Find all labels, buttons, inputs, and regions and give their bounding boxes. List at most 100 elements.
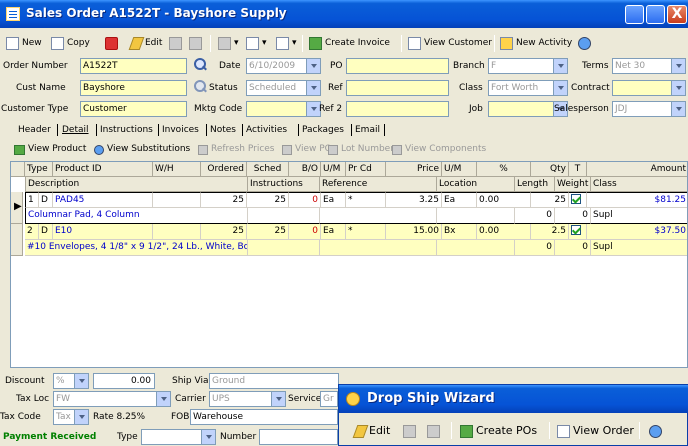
cell-line-num[interactable]: 2	[25, 224, 39, 240]
view-components-button[interactable]: View Components	[392, 140, 486, 159]
payment-type-dropdown-icon[interactable]	[201, 430, 215, 444]
cell-sched[interactable]: 25	[247, 192, 289, 208]
cell-prcd[interactable]: *	[346, 224, 386, 240]
close-button[interactable]: X	[667, 5, 687, 24]
cell-price[interactable]: 3.25	[386, 192, 442, 208]
tab-notes[interactable]: Notes	[210, 123, 236, 138]
doc-menu-button[interactable]: ▾	[276, 34, 297, 53]
cell-type[interactable]: D	[39, 192, 53, 208]
tab-detail[interactable]: Detail	[62, 123, 89, 138]
copy-button[interactable]: Copy	[51, 34, 90, 53]
wizard-undo-button[interactable]	[427, 421, 440, 441]
date-dropdown-icon[interactable]	[306, 59, 320, 73]
branch-dropdown-icon[interactable]	[553, 59, 567, 73]
cell-um[interactable]: Ea	[321, 224, 346, 240]
cell-qty[interactable]: 2.5	[531, 224, 569, 240]
lot-numbers-button[interactable]: Lot Numbers	[328, 140, 399, 159]
class-dropdown-icon[interactable]	[553, 81, 567, 95]
cell-product-id[interactable]: PAD45	[53, 192, 153, 208]
taxable-checkbox[interactable]	[571, 194, 581, 204]
customer-type-field[interactable]: Customer	[80, 101, 187, 117]
tab-email[interactable]: Email	[355, 123, 380, 138]
salesperson-dropdown-icon[interactable]	[671, 102, 685, 116]
grid-header-description[interactable]: Description	[25, 177, 248, 192]
grid-header-reference[interactable]: Reference	[320, 177, 437, 192]
cell-line-num[interactable]: 1	[25, 192, 39, 208]
grid-header-ordered[interactable]: Ordered	[201, 162, 247, 177]
grid-header-prcd[interactable]: Pr Cd	[346, 162, 386, 177]
grid-header-length[interactable]: Length	[515, 177, 555, 192]
tax-loc-field[interactable]: FW	[53, 391, 171, 407]
cell-description[interactable]: Columnar Pad, 4 Column	[25, 208, 248, 224]
delete-button[interactable]	[105, 34, 118, 53]
grid-header-price[interactable]: Price	[386, 162, 442, 177]
grid-header-sched[interactable]: Sched	[247, 162, 289, 177]
date-field[interactable]: 6/10/2009	[246, 58, 321, 74]
tab-invoices[interactable]: Invoices	[162, 123, 199, 138]
cell-instructions[interactable]	[248, 240, 320, 256]
status-dropdown-icon[interactable]	[306, 81, 320, 95]
fob-field[interactable]: Warehouse	[190, 409, 338, 425]
view-substitutions-button[interactable]: View Substitutions	[94, 140, 190, 159]
cell-description[interactable]: #10 Envelopes, 4 1/8" x 9 1/2", 24 Lb., …	[25, 240, 248, 256]
carrier-field[interactable]: UPS	[209, 391, 286, 407]
tax-code-dropdown-icon[interactable]	[74, 410, 88, 424]
drop-ship-title-bar[interactable]: Drop Ship Wizard	[339, 385, 688, 413]
create-invoice-button[interactable]: Create Invoice	[309, 34, 390, 53]
mktg-dropdown-icon[interactable]	[306, 102, 320, 116]
tax-loc-dropdown-icon[interactable]	[156, 392, 170, 406]
payment-type-field[interactable]	[141, 429, 216, 445]
grid-header-t[interactable]: T	[569, 162, 587, 177]
cell-class[interactable]: Supl	[591, 240, 687, 256]
view-order-button[interactable]: View Order	[557, 421, 634, 441]
cell-ordered[interactable]: 25	[201, 224, 247, 240]
tab-header[interactable]: Header	[18, 123, 51, 138]
cell-length[interactable]: 0	[515, 208, 555, 224]
cell-instructions[interactable]	[248, 208, 320, 224]
new-button[interactable]: New	[6, 34, 42, 53]
cell-t[interactable]	[569, 192, 587, 208]
cell-pct[interactable]: 0.00	[477, 192, 531, 208]
save-button[interactable]	[169, 34, 182, 53]
cell-location[interactable]	[437, 240, 515, 256]
cell-product-id[interactable]: E10	[53, 224, 153, 240]
grid-header-type[interactable]: Type	[25, 162, 53, 177]
cell-um[interactable]: Ea	[321, 192, 346, 208]
title-bar[interactable]: Sales Order A1522T - Bayshore Supply X	[0, 0, 688, 28]
edit-menu-button[interactable]: ▾	[246, 34, 267, 53]
grid-header-amount[interactable]: Amount	[587, 162, 687, 177]
create-pos-button[interactable]: Create POs	[460, 421, 537, 441]
salesperson-field[interactable]: JDJ	[612, 101, 686, 117]
contract-dropdown-icon[interactable]	[671, 81, 685, 95]
taxable-checkbox[interactable]	[571, 225, 581, 235]
carrier-dropdown-icon[interactable]	[271, 392, 285, 406]
cell-length[interactable]: 0	[515, 240, 555, 256]
cell-amount[interactable]: $81.25	[587, 192, 687, 208]
cell-reference[interactable]	[320, 240, 437, 256]
contract-field[interactable]	[612, 80, 686, 96]
grid-header-weight[interactable]: Weight	[555, 177, 591, 192]
po-field[interactable]	[346, 58, 449, 74]
grid-header-pct[interactable]: %	[477, 162, 531, 177]
grid-header-bo[interactable]: B/O	[289, 162, 321, 177]
class-field[interactable]: Fort Worth	[488, 80, 568, 96]
cell-wh[interactable]	[153, 224, 201, 240]
cell-prcd[interactable]: *	[346, 192, 386, 208]
edit-button[interactable]: Edit	[128, 34, 162, 53]
cell-price[interactable]: 15.00	[386, 224, 442, 240]
tax-code-field[interactable]: Tax	[53, 409, 89, 425]
status-field[interactable]: Scheduled	[246, 80, 321, 96]
cell-weight[interactable]: 0	[555, 240, 591, 256]
cell-bo[interactable]: 0	[289, 224, 321, 240]
discount-pct-field[interactable]: %	[53, 373, 89, 389]
mktg-code-field[interactable]	[246, 101, 321, 117]
grid-header-price-um[interactable]: U/M	[442, 162, 477, 177]
payment-number-field[interactable]	[259, 429, 338, 445]
cell-price-um[interactable]: Ea	[442, 192, 477, 208]
cell-reference[interactable]	[320, 208, 437, 224]
cell-amount[interactable]: $37.50	[587, 224, 687, 240]
discount-value-field[interactable]: 0.00	[93, 373, 155, 389]
refresh-prices-button[interactable]: Refresh Prices	[198, 140, 275, 159]
cell-class[interactable]: Supl	[591, 208, 687, 224]
cell-type[interactable]: D	[39, 224, 53, 240]
